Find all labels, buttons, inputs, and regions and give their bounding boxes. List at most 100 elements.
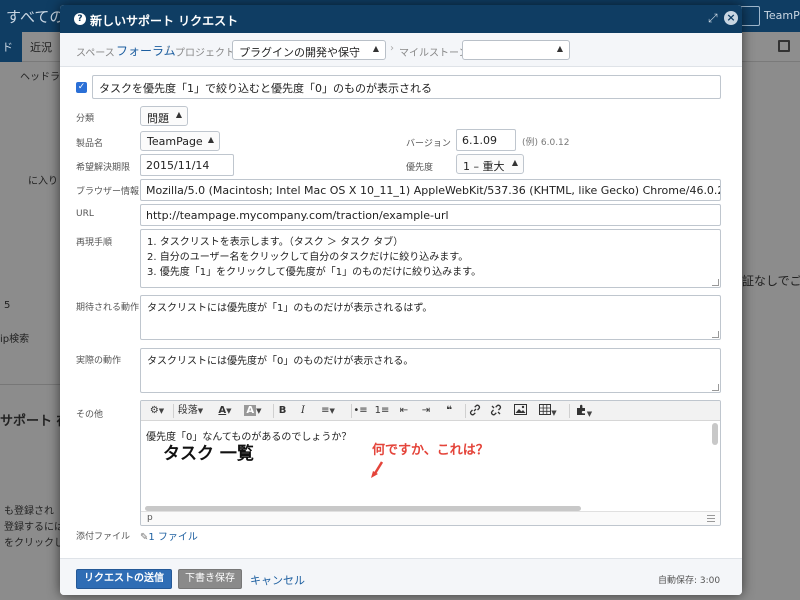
- quote-icon[interactable]: ❝: [441, 404, 457, 418]
- logo-icon: [740, 6, 760, 26]
- background-color-icon[interactable]: A ▼: [241, 404, 265, 418]
- background-text: ip検索: [0, 334, 30, 345]
- plugin-icon[interactable]: ▼: [569, 404, 597, 418]
- resize-handle-icon[interactable]: [712, 279, 719, 286]
- dialog-footer: リクエストの送信 下書き保存 キャンセル 自動保存: 3:00: [60, 558, 742, 595]
- priority-label: 優先度: [406, 163, 434, 173]
- italic-icon[interactable]: I: [295, 404, 311, 418]
- bullet-list-icon[interactable]: •≡: [351, 404, 369, 418]
- print-icon: [778, 40, 790, 52]
- chevron-updown-icon: ▲: [556, 44, 563, 53]
- editor-heading: タスク 一覧: [163, 444, 254, 464]
- repro-step-line: 3. 優先度「1」をクリックして優先度が「1」のものだけに絞り込みます。: [147, 267, 482, 278]
- image-icon[interactable]: [511, 404, 529, 418]
- priority-select[interactable]: 1 – 重大 ▲: [456, 154, 524, 174]
- breadcrumb-separator-icon: ›: [390, 43, 394, 54]
- annotation-arrow-icon: [371, 461, 384, 478]
- editor-toolbar: ⚙▼ 段落▼ A▼ A ▼ B I ≡▼ •≡ 1≡ ⇤ ⇥ ❝ ▼ ▼: [141, 401, 720, 421]
- gear-icon[interactable]: ⚙▼: [146, 404, 168, 418]
- project-select[interactable]: プラグインの開発や保守 ▲: [232, 40, 386, 60]
- background-nav-tab: ド: [0, 32, 22, 62]
- help-icon[interactable]: ?: [74, 13, 86, 25]
- save-draft-button[interactable]: 下書き保存: [178, 569, 242, 589]
- actual-behavior-textarea[interactable]: タスクリストには優先度が「0」のものだけが表示される。: [140, 348, 721, 393]
- cancel-button[interactable]: キャンセル: [250, 572, 305, 588]
- background-text: も登録され: [4, 506, 54, 517]
- product-select[interactable]: TeamPage ▲: [140, 131, 220, 151]
- milestone-label: マイルストーン: [399, 48, 469, 59]
- repro-steps-textarea[interactable]: 1. タスクリストを表示します。（タスク ＞ タスク タブ） 2. 自分のユーザ…: [140, 229, 721, 288]
- background-subtab: ヘッドラ: [20, 72, 60, 83]
- indent-icon[interactable]: ⇥: [418, 404, 434, 418]
- repro-step-line: 2. 自分のユーザー名をクリックして自分のタスクだけに絞り込みます。: [147, 252, 469, 263]
- expected-behavior-textarea[interactable]: タスクリストには優先度が「1」のものだけが表示されるはず。: [140, 295, 721, 340]
- editor-vertical-scrollbar[interactable]: [712, 423, 718, 445]
- product-select-value: TeamPage: [147, 135, 203, 148]
- actual-behavior-text: タスクリストには優先度が「0」のものだけが表示される。: [147, 356, 414, 367]
- version-input[interactable]: 6.1.09: [456, 129, 516, 151]
- table-icon[interactable]: ▼: [535, 404, 561, 418]
- project-select-value: プラグインの開発や保守: [239, 46, 360, 59]
- rich-text-editor[interactable]: ⚙▼ 段落▼ A▼ A ▼ B I ≡▼ •≡ 1≡ ⇤ ⇥ ❝ ▼ ▼ 優先度…: [140, 400, 721, 526]
- numbered-list-icon[interactable]: 1≡: [373, 404, 391, 418]
- summary-checkbox[interactable]: ✓: [76, 82, 87, 93]
- expand-icon[interactable]: ⤢: [708, 12, 720, 24]
- other-label: その他: [76, 410, 104, 420]
- repro-step-line: 1. タスクリストを表示します。（タスク ＞ タスク タブ）: [147, 237, 404, 248]
- chevron-updown-icon: ▲: [511, 158, 518, 167]
- unlink-icon-svg: [490, 404, 502, 416]
- close-icon[interactable]: ×: [724, 11, 738, 25]
- paragraph-format-label: 段落: [177, 405, 198, 416]
- dialog-title: 新しいサポート リクエスト: [90, 14, 239, 28]
- table-icon-svg: [539, 404, 552, 415]
- submit-request-button[interactable]: リクエストの送信: [76, 569, 172, 589]
- background-text: 証なしでご: [742, 274, 800, 288]
- editor-annotation: 何ですか、これは？: [372, 443, 489, 458]
- background-text: に入り: [28, 176, 58, 187]
- breadcrumb: スペース フォーラム › プロジェクト プラグインの開発や保守 ▲ › マイルス…: [60, 33, 742, 67]
- category-label: 分類: [76, 114, 95, 124]
- bold-icon[interactable]: B: [273, 404, 291, 418]
- text-color-icon[interactable]: A▼: [213, 404, 237, 418]
- plugin-icon-svg: [576, 404, 585, 415]
- link-icon[interactable]: [465, 404, 483, 418]
- product-label: 製品名: [76, 139, 104, 149]
- project-label: プロジェクト: [175, 48, 235, 59]
- browser-label: ブラウザー情報: [76, 187, 140, 197]
- category-select[interactable]: 問題 ▲: [140, 106, 188, 126]
- repro-steps-label: 再現手順: [76, 238, 113, 248]
- editor-resize-grip-icon[interactable]: [707, 515, 715, 522]
- url-input[interactable]: http://teampage.mycompany.com/traction/e…: [140, 204, 721, 226]
- background-logo: TeamP: [736, 4, 800, 28]
- milestone-select[interactable]: ▲: [462, 40, 570, 60]
- version-hint: (例) 6.0.12: [522, 138, 570, 148]
- expected-behavior-label: 期待される動作: [76, 303, 140, 313]
- resize-handle-icon[interactable]: [712, 331, 719, 338]
- background-text: をクリックし: [4, 538, 64, 549]
- priority-select-value: 1 – 重大: [463, 160, 505, 173]
- attachment-label: 添付ファイル: [76, 532, 131, 542]
- chevron-updown-icon: ▲: [175, 110, 182, 119]
- chevron-updown-icon: ▲: [207, 135, 214, 144]
- background-logo-text: TeamP: [764, 9, 800, 22]
- link-icon-svg: [469, 404, 480, 416]
- due-date-input[interactable]: 2015/11/14: [140, 154, 234, 176]
- category-select-value: 問題: [147, 112, 169, 125]
- chevron-updown-icon: ▲: [372, 44, 379, 53]
- attachment-link[interactable]: ✎1 ファイル: [140, 528, 198, 543]
- background-text: 登録するには: [4, 522, 64, 533]
- space-label: スペース: [76, 48, 115, 59]
- outdent-icon[interactable]: ⇤: [396, 404, 412, 418]
- browser-input[interactable]: Mozilla/5.0 (Macintosh; Intel Mac OS X 1…: [140, 179, 721, 201]
- background-divider: [0, 384, 60, 385]
- background-nav-tab: 近況: [30, 41, 52, 54]
- summary-input[interactable]: タスクを優先度「1」で絞り込むと優先度「0」のものが表示される: [92, 75, 721, 99]
- align-icon[interactable]: ≡▼: [315, 404, 341, 418]
- paragraph-format-button[interactable]: 段落▼: [173, 404, 207, 418]
- resize-handle-icon[interactable]: [712, 384, 719, 391]
- editor-element-path: p: [147, 513, 153, 523]
- unlink-icon[interactable]: [487, 404, 505, 418]
- background-title: すべての: [6, 8, 65, 26]
- url-label: URL: [76, 209, 94, 219]
- image-icon-svg: [513, 404, 527, 415]
